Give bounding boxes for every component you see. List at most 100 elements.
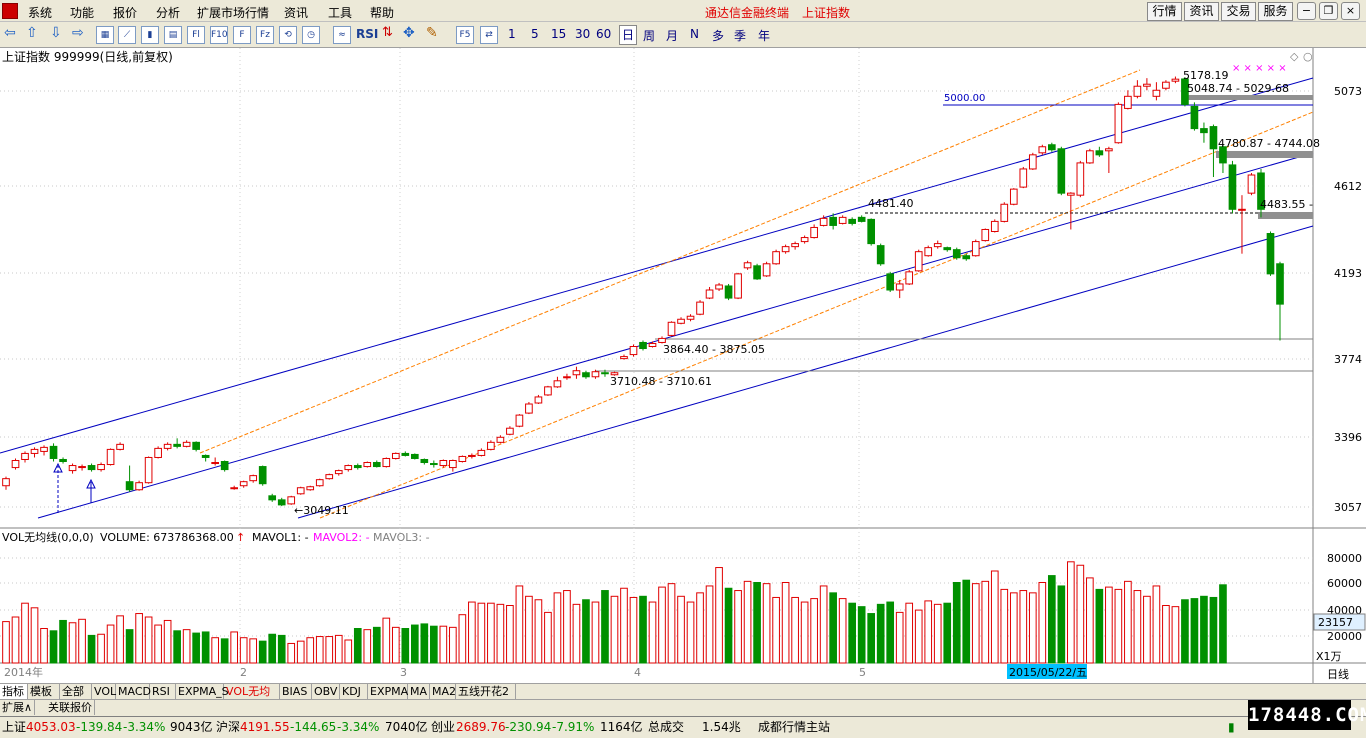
quote-button[interactable]: 行情 bbox=[1147, 2, 1182, 21]
period-60min[interactable]: 60 bbox=[596, 27, 611, 41]
menu-help[interactable]: 帮助 bbox=[370, 4, 394, 21]
news-button[interactable]: 资讯 bbox=[1184, 2, 1219, 21]
period-15min[interactable]: 15 bbox=[551, 27, 566, 41]
candle bbox=[315, 478, 324, 487]
kline-chart[interactable]: 上证指数 999999(日线,前复权) ◇ ○ 5073 4612 4193 3… bbox=[0, 48, 1366, 683]
volume-bar bbox=[1067, 561, 1075, 664]
grid-icon[interactable]: ▤ bbox=[164, 26, 182, 44]
down-arrow-icon[interactable]: ⇩ bbox=[50, 25, 62, 41]
wave-icon[interactable]: ≈ bbox=[333, 26, 351, 44]
volume-bar bbox=[762, 583, 771, 664]
close-icon[interactable]: × bbox=[1341, 2, 1360, 20]
period-5min[interactable]: 5 bbox=[531, 27, 539, 41]
candle bbox=[544, 385, 552, 396]
candle bbox=[1228, 160, 1237, 214]
volume-bar bbox=[296, 640, 305, 664]
volume-bar bbox=[372, 626, 381, 664]
period-quarter[interactable]: 季 bbox=[734, 27, 746, 44]
period-month[interactable]: 月 bbox=[666, 27, 678, 44]
menu-tools[interactable]: 工具 bbox=[328, 4, 352, 21]
tab-11[interactable]: EXPMA bbox=[368, 684, 408, 699]
candle bbox=[924, 245, 933, 257]
refresh-icon[interactable]: ⟲ bbox=[279, 26, 297, 44]
volume-bar bbox=[791, 596, 799, 664]
menu-extended-market[interactable]: 扩展市场行情 bbox=[197, 4, 269, 21]
tab-7[interactable]: VOL无均线 bbox=[224, 684, 280, 713]
menu-quote[interactable]: 报价 bbox=[113, 4, 137, 21]
period-30min[interactable]: 30 bbox=[575, 27, 590, 41]
restore-icon[interactable]: ❐ bbox=[1319, 2, 1338, 20]
rsi-icon[interactable]: RSI bbox=[356, 27, 378, 41]
sort-icon[interactable]: ⇅ bbox=[382, 25, 393, 40]
tab-12[interactable]: MA bbox=[408, 684, 430, 699]
tab-0[interactable]: 指标 bbox=[0, 684, 28, 699]
period-multi[interactable]: 多 bbox=[712, 27, 724, 44]
period-n[interactable]: N bbox=[690, 27, 699, 41]
service-button[interactable]: 服务 bbox=[1258, 2, 1293, 21]
chart-close-icon[interactable]: ○ bbox=[1303, 50, 1313, 63]
candle bbox=[525, 401, 533, 415]
candle bbox=[391, 452, 400, 460]
minimize-icon[interactable]: − bbox=[1297, 2, 1316, 20]
candle bbox=[1190, 102, 1199, 131]
period-day[interactable]: 日 bbox=[619, 25, 638, 45]
fundamentals-icon[interactable]: F10 bbox=[210, 26, 228, 44]
volume-bar bbox=[163, 619, 172, 664]
tab-14[interactable]: 五线开花2 bbox=[456, 684, 516, 699]
back-arrow-icon[interactable]: ⇦ bbox=[4, 25, 16, 41]
tab-8[interactable]: BIAS bbox=[280, 684, 312, 699]
menu-function[interactable]: 功能 bbox=[70, 4, 94, 21]
sh-pct: -3.34% bbox=[123, 720, 166, 734]
period-year[interactable]: 年 bbox=[758, 27, 770, 44]
tab-9[interactable]: OBV bbox=[312, 684, 340, 699]
hs-pct: -3.34% bbox=[337, 720, 380, 734]
volume-bar bbox=[553, 592, 562, 664]
sh-label: 上证 bbox=[2, 720, 27, 734]
chart-diamond-icon[interactable]: ◇ bbox=[1290, 50, 1299, 63]
tab-5[interactable]: RSI bbox=[150, 684, 176, 699]
up-arrow-icon[interactable]: ⇧ bbox=[26, 25, 38, 41]
forward-arrow-icon[interactable]: ⇨ bbox=[72, 25, 84, 41]
right-period-label[interactable]: 日线 bbox=[1327, 667, 1349, 681]
menu-system[interactable]: 系统 bbox=[28, 4, 52, 21]
menu-analysis[interactable]: 分析 bbox=[156, 4, 180, 21]
table-icon[interactable]: ▦ bbox=[96, 26, 114, 44]
tab-1[interactable]: 模板 bbox=[28, 684, 60, 699]
clock-icon[interactable]: ◷ bbox=[302, 26, 320, 44]
menu-news[interactable]: 资讯 bbox=[284, 4, 308, 21]
period-week[interactable]: 周 bbox=[643, 27, 655, 44]
candle-icon[interactable]: ▮ bbox=[141, 26, 159, 44]
tab-related-quote[interactable]: 关联报价 bbox=[46, 700, 95, 715]
trade-button[interactable]: 交易 bbox=[1221, 2, 1256, 21]
annotation-low: ←3049.11 bbox=[294, 504, 349, 517]
volume-bar bbox=[639, 595, 647, 664]
finance-icon[interactable]: F bbox=[233, 26, 251, 44]
move-icon[interactable]: ✥ bbox=[403, 25, 415, 41]
y-tick-4612: 4612 bbox=[1334, 180, 1362, 193]
tab-3[interactable]: VOL bbox=[92, 684, 116, 699]
tab-extend[interactable]: 扩展∧ bbox=[0, 700, 36, 715]
tab-6[interactable]: EXPMA_S bbox=[176, 684, 229, 699]
volume-bar bbox=[1057, 585, 1066, 664]
volume-bar bbox=[753, 582, 761, 664]
candle bbox=[458, 455, 467, 463]
fz-icon[interactable]: Fz bbox=[256, 26, 274, 44]
tab-4[interactable]: MACD bbox=[116, 684, 151, 699]
tab-2[interactable]: 全部 bbox=[60, 684, 92, 699]
tab-13[interactable]: MA2 bbox=[430, 684, 456, 699]
tab-10[interactable]: KDJ bbox=[340, 684, 368, 699]
pen-icon[interactable]: ✎ bbox=[426, 25, 438, 41]
vol-prefix: VOL无均线(0,0,0) bbox=[2, 530, 94, 544]
cursor-date: 2015/05/22/五 bbox=[1009, 666, 1087, 679]
volume-bar bbox=[49, 630, 58, 664]
volume-bar bbox=[220, 638, 229, 664]
volume-bar bbox=[97, 633, 105, 664]
candle bbox=[734, 272, 742, 300]
line-chart-icon[interactable]: ⟋ bbox=[118, 26, 136, 44]
switch-icon[interactable]: ⇄ bbox=[480, 26, 498, 44]
period-1min[interactable]: 1 bbox=[508, 27, 516, 41]
volume-bar bbox=[11, 616, 20, 664]
period-f5[interactable]: F5 bbox=[456, 26, 474, 44]
candle bbox=[11, 458, 20, 470]
f10-icon[interactable]: Fl bbox=[187, 26, 205, 44]
